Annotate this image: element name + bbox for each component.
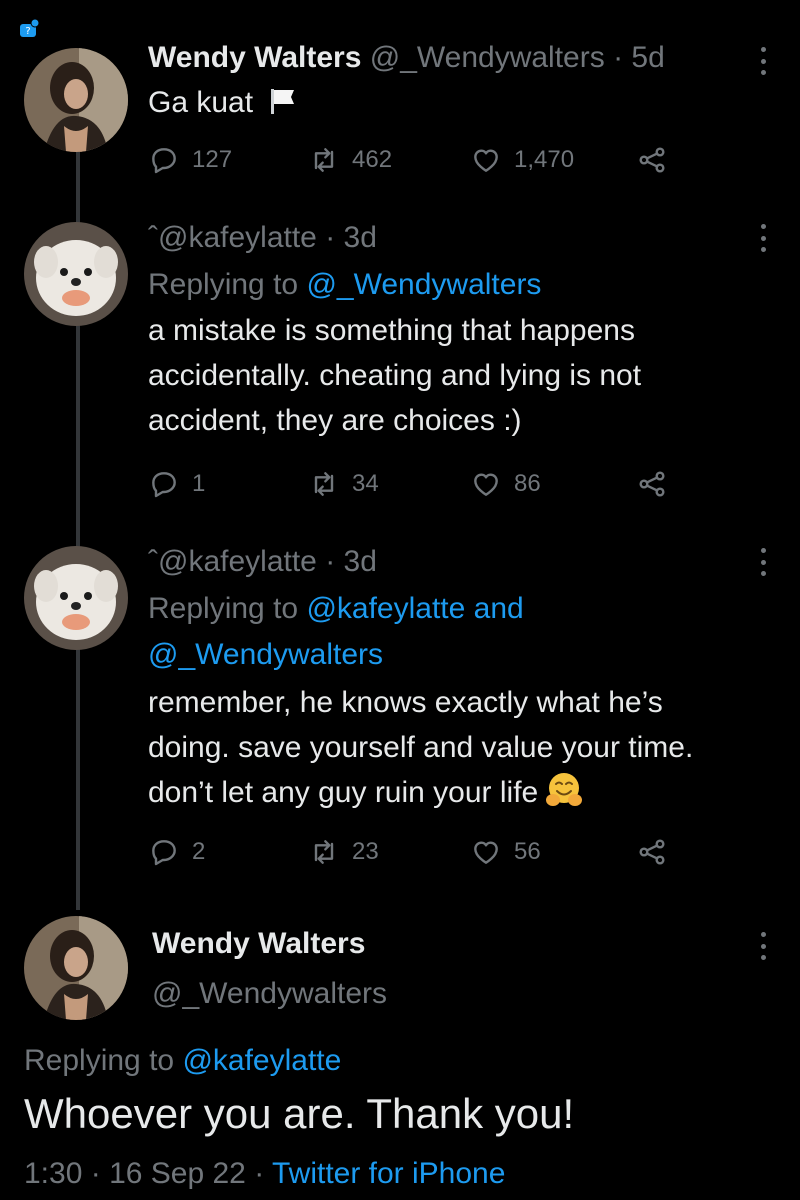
handle[interactable]: @_Wendywalters [370,41,605,74]
share-button[interactable] [636,140,668,180]
separator: · [604,41,632,74]
reply-button[interactable]: 1 [148,464,205,504]
tweet-time[interactable]: 1:30 [24,1157,82,1190]
tweet-text: Ga kuat [148,80,800,129]
mention-link[interactable]: @kafeylatte [306,592,465,625]
reply-count: 2 [192,838,206,865]
retweet-count: 23 [352,838,379,865]
replying-to-label: Replying to [24,1044,183,1077]
tweet-date[interactable]: 16 Sep 22 [109,1157,246,1190]
like-icon [474,149,498,172]
svg-text:?: ? [25,26,30,37]
tweet-text-line: don’t let any guy ruin your life [148,776,539,809]
like-button[interactable]: 1,470 [470,140,574,180]
tweet-text-line: accident, they are choices :) [148,404,522,437]
reply-count: 127 [192,146,233,173]
tweet-text-line: doing. save yourself and value your time… [148,731,694,764]
tweet-1[interactable]: Wendy Walters @_Wendywalters · 5d Ga kua… [148,40,800,129]
tweet-actions: 1 34 86 [148,464,708,504]
name-mark: ˆ [148,221,158,254]
reply-icon [152,840,176,866]
main-tweet-text: Whoever you are. Thank you! [24,1090,575,1137]
like-icon [474,473,498,496]
tweet-metadata: 1:30 · 16 Sep 22 · Twitter for iPhone [24,1154,505,1194]
tweet-text: a mistake is something that happens acci… [148,308,800,443]
name-mark: ˆ [148,545,158,578]
like-count: 1,470 [514,146,575,173]
share-icon [639,471,665,497]
retweet-count: 34 [352,470,379,497]
handle[interactable]: @kafeylatte [158,221,317,254]
tweet-header: ˆ@kafeylatte · 3d [148,220,800,256]
tweet-actions: 2 23 56 [148,832,708,872]
timestamp[interactable]: 3d [344,545,377,578]
tweet-header: ˆ@kafeylatte · 3d [148,544,800,580]
reply-button[interactable]: 127 [148,140,232,180]
retweet-icon [314,148,334,172]
separator: · [316,221,344,254]
retweet-icon [314,840,334,864]
replying-to: Replying to @kafeylatte [24,1038,341,1084]
tweet-text-line: a mistake is something that happens [148,314,635,347]
like-count: 86 [514,470,541,497]
white-flag-icon [267,84,297,129]
retweet-icon [314,472,334,496]
timestamp[interactable]: 3d [344,221,377,254]
tweet-source-link[interactable]: Twitter for iPhone [272,1157,505,1190]
retweet-button[interactable]: 462 [308,140,392,180]
tweet-text-content: Ga kuat [148,86,254,119]
like-button[interactable]: 86 [470,464,541,504]
retweet-count: 462 [352,146,393,173]
display-name[interactable]: Wendy Walters [148,41,361,74]
replying-to: Replying to @_Wendywalters [148,262,800,308]
handle[interactable]: @kafeylatte [158,545,317,578]
like-icon [474,841,498,864]
mention-link[interactable]: @kafeylatte [182,1044,341,1077]
tweet-2[interactable]: ˆ@kafeylatte · 3d Replying to @_Wendywal… [148,220,800,443]
retweet-button[interactable]: 23 [308,832,379,872]
tweet-text-line: remember, he knows exactly what he’s [148,686,663,719]
tweet-text-line: accidentally. cheating and lying is not [148,359,642,392]
avatar[interactable] [24,546,128,650]
tweet-actions: 127 462 1,470 [148,140,708,180]
tweet-3[interactable]: ˆ@kafeylatte · 3d Replying to @kafeylatt… [148,544,800,815]
separator: · [82,1157,110,1190]
more-icon[interactable] [760,548,766,576]
reply-count: 1 [192,470,206,497]
avatar[interactable] [24,916,128,1020]
notification-badge-icon: ? [18,18,40,40]
separator: · [316,545,344,578]
display-name[interactable]: Wendy Walters [152,926,387,962]
handle[interactable]: @_Wendywalters [152,976,387,1012]
mention-link[interactable]: @_Wendywalters [148,632,800,678]
share-button[interactable] [636,832,668,872]
tweet-header: Wendy Walters @_Wendywalters · 5d [148,40,800,76]
reply-icon [152,472,176,498]
share-icon [639,839,665,865]
main-tweet-header: Wendy Walters @_Wendywalters [152,926,387,1012]
separator: · [245,1157,272,1190]
tweet-text: remember, he knows exactly what he’s doi… [148,680,800,815]
timestamp[interactable]: 5d [631,41,664,74]
replying-to: Replying to @kafeylatte and @_Wendywalte… [148,586,800,678]
tweet-text-line-with-emoji: don’t let any guy ruin your life [148,770,800,815]
more-icon[interactable] [760,224,766,252]
share-icon [639,147,665,173]
mention-link[interactable]: @_Wendywalters [306,268,541,301]
replying-to-label: Replying to [148,268,307,301]
replying-and: and [465,592,524,625]
reply-icon [152,148,176,174]
avatar[interactable] [24,48,128,152]
replying-to-label: Replying to [148,592,307,625]
reply-button[interactable]: 2 [148,832,205,872]
more-icon[interactable] [760,932,766,960]
avatar[interactable] [24,222,128,326]
share-button[interactable] [636,464,668,504]
hugging-face-emoji-icon [544,770,584,810]
like-button[interactable]: 56 [470,832,541,872]
retweet-button[interactable]: 34 [308,464,379,504]
more-icon[interactable] [760,47,766,75]
like-count: 56 [514,838,541,865]
